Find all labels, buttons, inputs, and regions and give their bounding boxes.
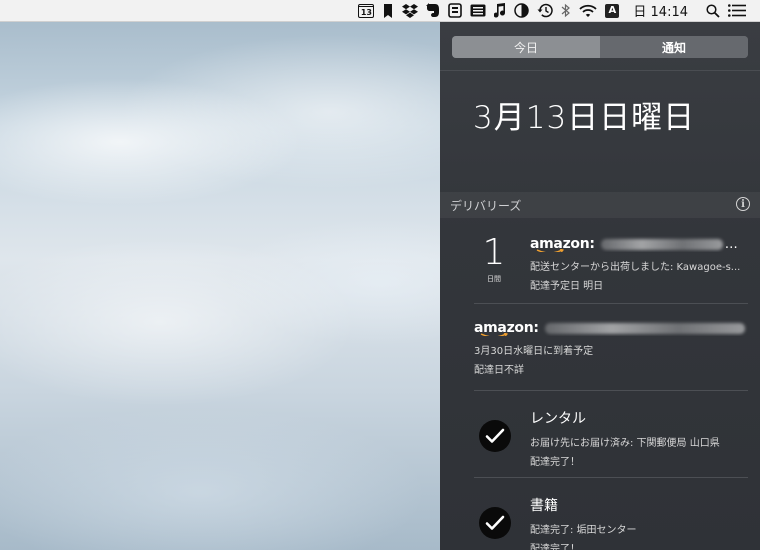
title-ellipsis: … (724, 236, 738, 252)
dropbox-icon[interactable] (402, 0, 419, 22)
status-line: 3月30日水曜日に到着予定 (474, 346, 594, 357)
info-icon[interactable]: i (736, 197, 750, 211)
date-heading: 3月13日日曜日 (473, 100, 696, 136)
delivery-item[interactable]: 1 日間 amazon: … 配送センターから出荷しました: Kawagoe-s… (474, 234, 760, 294)
input-source-label: A (605, 3, 620, 18)
item-divider (474, 477, 748, 478)
clock-text: 日 14:14 (633, 5, 688, 20)
section-title: デリバリーズ (450, 198, 522, 213)
checkmark-icon (479, 507, 511, 539)
contrast-icon[interactable] (514, 0, 530, 22)
delivery-item[interactable]: レンタル お届け先にお届け済み: 下関郵便局 山口県 配達完了！ (474, 408, 760, 468)
desktop-wallpaper (0, 22, 440, 550)
countdown-unit: 日間 (487, 275, 501, 283)
music-note-icon[interactable] (494, 0, 506, 22)
view-segmented-control: 今日 通知 (452, 36, 748, 58)
tab-notifications[interactable]: 通知 (600, 36, 748, 58)
clock[interactable]: 日 14:14 (627, 0, 698, 22)
tab-today[interactable]: 今日 (452, 36, 600, 58)
clipboard-icon[interactable] (448, 0, 463, 22)
delivery-item[interactable]: 書籍 配達完了: 垢田センター 配達完了！ (474, 495, 760, 550)
delivery-item[interactable]: amazon: 3月30日水曜日に到着予定 配達日不詳 (474, 320, 760, 380)
item-divider (474, 303, 748, 304)
item-title: 書籍 (530, 498, 558, 514)
menu-bar: 13 A 日 14:14 (0, 0, 760, 22)
amazon-logo: amazon: (530, 236, 595, 252)
calendar-icon[interactable]: 13 (358, 0, 375, 22)
status-line: 配達完了: 垢田センター (530, 525, 637, 536)
amazon-logo: amazon: (474, 320, 539, 336)
notification-center-icon[interactable] (728, 0, 746, 22)
spotlight-search-icon[interactable] (706, 0, 720, 22)
section-header-deliveries[interactable]: デリバリーズ i (440, 192, 760, 218)
delivery-status-line: 配達完了！ (530, 544, 580, 550)
wifi-icon[interactable] (579, 0, 598, 22)
notification-center-panel: 今日 通知 3月13日日曜日 デリバリーズ i 1 日間 amazon: … 配… (440, 22, 760, 550)
time-machine-icon[interactable] (537, 0, 554, 22)
input-source-icon[interactable]: A (605, 0, 620, 22)
bluetooth-icon[interactable] (561, 0, 571, 22)
countdown-number: 1 (482, 232, 506, 273)
keyboard-icon[interactable] (470, 0, 486, 22)
item-divider (474, 390, 748, 391)
evernote-icon[interactable] (426, 0, 440, 22)
delivery-date-line: 配達予定日 明日 (530, 281, 604, 292)
calendar-day: 13 (358, 3, 375, 18)
bookmark-icon[interactable] (382, 0, 394, 22)
delivery-status-line: 配達完了！ (530, 457, 580, 468)
item-title: レンタル (530, 411, 586, 427)
status-line: お届け先にお届け済み: 下関郵便局 山口県 (530, 438, 720, 449)
status-line: 配送センターから出荷しました: Kawagoe-s... (530, 262, 741, 273)
delivery-date-line: 配達日不詳 (474, 365, 524, 376)
countdown: 1 日間 (474, 234, 514, 284)
redacted-product-name (544, 322, 745, 334)
redacted-product-name (600, 238, 723, 250)
checkmark-icon (479, 420, 511, 452)
header-divider (440, 70, 760, 71)
